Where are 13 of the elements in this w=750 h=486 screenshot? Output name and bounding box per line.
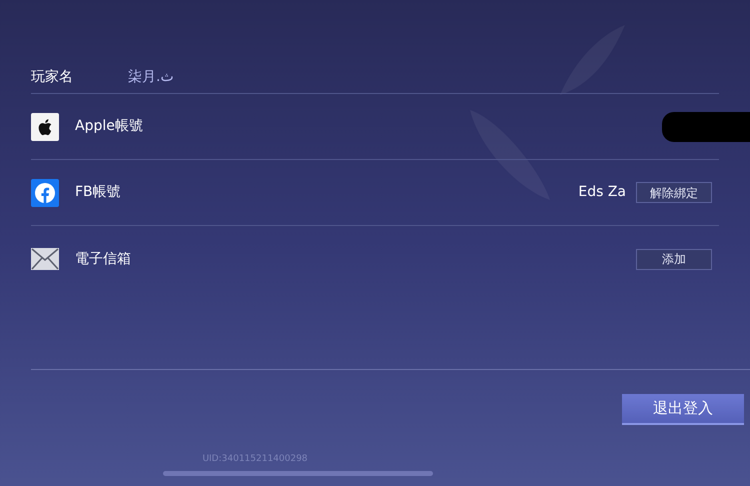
- envelope-icon: [31, 248, 59, 270]
- apple-icon: [31, 112, 59, 140]
- account-action-button[interactable]: 解除綁定: [636, 182, 712, 203]
- account-action-button[interactable]: 添加: [636, 248, 712, 270]
- account-label: Apple帳號: [75, 117, 144, 136]
- facebook-icon: [31, 178, 59, 206]
- logout-button[interactable]: 退出登入: [622, 394, 744, 425]
- player-name-label: 玩家名: [31, 68, 74, 87]
- leaf-decoration: [560, 25, 625, 95]
- account-label: FB帳號: [75, 183, 122, 202]
- player-name: 柒月.ث: [128, 68, 174, 87]
- linked-account-name: Eds Za: [578, 183, 626, 202]
- account-label: 電子信箱: [75, 250, 132, 268]
